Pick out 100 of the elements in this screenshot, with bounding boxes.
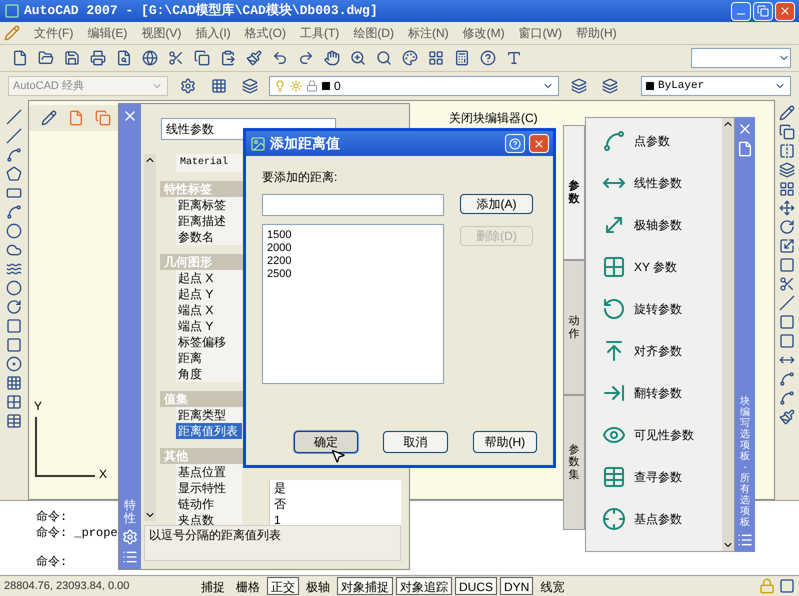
circle-icon [6,223,22,239]
palette-tool[interactable]: 线性参数 [602,168,682,197]
palette-title: 特性 [124,498,136,525]
property-label[interactable]: 距离 [176,350,242,366]
distance-input[interactable] [262,194,444,216]
menu-item[interactable]: 窗口(W) [518,24,562,42]
list-item[interactable]: 2000 [267,242,292,255]
dialog-button[interactable]: 添加(A) [460,194,533,214]
palette-tool[interactable]: 可见性参数 [602,420,694,449]
app-icon [4,3,20,19]
values-list[interactable]: 1500 2000 2200 2500 [262,224,444,384]
status-toggle[interactable]: 对象捕捉 [337,577,393,595]
restore-icon [757,5,769,17]
square-icon [6,337,22,353]
menu-item[interactable]: 插入(I) [195,24,231,42]
palette-tool[interactable]: 翻转参数 [602,378,682,407]
palette-tab[interactable]: 参数 [563,125,585,260]
minimize-button[interactable] [731,2,751,20]
restore-button[interactable] [753,2,773,20]
layers-icon [602,78,618,94]
property-label[interactable]: 距离标签 [176,197,242,213]
grid-icon [6,394,22,410]
palette-tool[interactable]: 对齐参数 [602,336,682,365]
text-style-icon [506,50,522,66]
menu-item[interactable]: 修改(M) [462,24,505,42]
menu-item[interactable]: 编辑(E) [87,24,128,42]
scissors-icon [168,50,184,66]
ucs-axes-icon [35,417,95,477]
property-label[interactable]: 参数名 [176,229,242,245]
layer-dropdown[interactable]: 0 [269,76,559,96]
dialog-button[interactable]: 取消 [383,431,448,453]
folder-icon [38,50,54,66]
file-icon[interactable] [737,141,753,157]
mouse-cursor-icon [330,448,346,464]
dialog-button[interactable]: 帮助(H) [472,431,537,453]
help-icon [509,138,521,150]
sun-icon [290,80,302,92]
menu-item[interactable]: 帮助(H) [576,24,617,42]
menu-item[interactable]: 标注(N) [408,24,449,42]
palette-tool[interactable]: 极轴参数 [602,210,682,239]
list-item[interactable]: 1500 [267,229,292,242]
property-label[interactable]: 标签偏移 [176,334,242,350]
property-label[interactable]: 距离值列表 [176,423,242,439]
palette-tool[interactable]: 旋转参数 [602,294,682,323]
save-icon [64,50,80,66]
rotate-icon [602,296,626,320]
property-label[interactable]: 显示特性 [176,480,242,496]
property-label[interactable]: 距离描述 [176,213,242,229]
close-button[interactable] [529,134,549,153]
palette-tool[interactable]: XY 参数 [602,252,678,281]
command-prompt[interactable]: 命令: [36,553,68,571]
property-label[interactable]: 距离类型 [176,407,242,423]
menu-item[interactable]: 视图(V) [141,24,182,42]
palette-tool[interactable]: 点参数 [602,126,670,155]
menu-item[interactable]: 绘图(D) [353,24,394,42]
status-toggle[interactable]: 极轴 [302,577,334,595]
menu-icon[interactable] [122,549,138,565]
property-value[interactable]: 否 [269,496,401,512]
status-toggle[interactable]: 栅格 [232,577,264,595]
style-dropdown[interactable] [691,48,791,68]
file-search-icon [116,50,132,66]
status-toggle[interactable]: DYN [500,577,534,595]
scrollbar[interactable] [722,118,734,551]
settings-icon[interactable] [122,529,138,545]
status-toggle[interactable]: 对象追踪 [396,577,452,595]
menu-icon[interactable] [737,532,753,548]
list-item[interactable]: 2500 [267,268,292,281]
app-icon [4,25,20,41]
property-label[interactable]: 起点 X [176,270,242,286]
palette-tab[interactable]: 参数集 [563,395,585,530]
dialog-button[interactable]: 确定 [294,431,358,453]
app-icon [250,136,266,152]
palette-tool[interactable]: 基点参数 [602,504,682,533]
help-button[interactable] [505,134,525,153]
property-label[interactable]: 起点 Y [176,286,242,302]
property-label[interactable]: 角度 [176,366,242,382]
property-value[interactable]: 是 [269,480,401,496]
dialog-title: 添加距离值 [270,134,340,153]
close-button[interactable] [775,2,795,20]
status-toggle[interactable]: 捕捉 [197,577,229,595]
coordinates: 28804.76, 23093.84, 0.00 [4,578,130,594]
menu-item[interactable]: 工具(T) [300,24,340,42]
scrollbar[interactable] [144,154,156,521]
property-label[interactable]: 链动作 [176,496,242,512]
status-toggle[interactable]: 正交 [267,577,299,595]
menu-item[interactable]: 文件(F) [34,24,74,42]
grid-icon [210,78,226,94]
property-label[interactable]: 端点 Y [176,318,242,334]
color-dropdown[interactable]: ByLayer [641,76,791,96]
palette-tab[interactable]: 动作 [563,260,585,395]
copy-icon [194,50,210,66]
status-toggle[interactable]: DUCS [455,577,498,595]
palette-tool[interactable]: 查寻参数 [602,462,682,491]
property-label[interactable]: 基点位置 [176,464,242,480]
status-toggle[interactable]: 线宽 [536,577,568,595]
menu-item[interactable]: 格式(O) [244,24,286,42]
mirror-icon [779,143,795,159]
close-block-editor-button[interactable]: 关闭块编辑器(C) [449,109,538,127]
property-label[interactable]: 端点 X [176,302,242,318]
grid-icon [602,254,626,278]
